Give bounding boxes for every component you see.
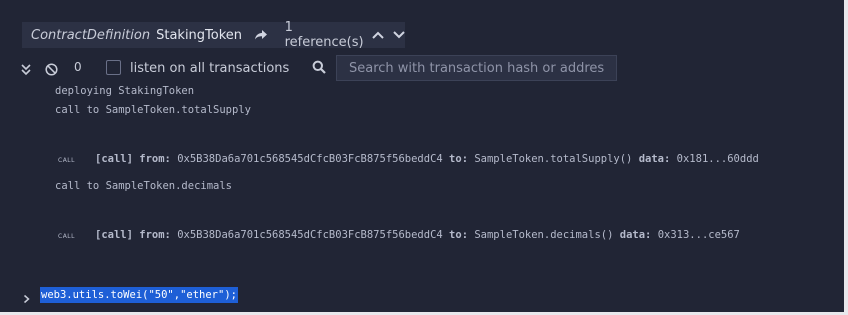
log-line: deploying StakingToken [55,85,195,97]
log-line: call to SampleToken.decimals [55,180,233,192]
data-label: data: [619,229,652,241]
call-badge: CALL [58,233,75,240]
listen-all-checkbox[interactable] [106,60,121,75]
window-edge [844,0,848,315]
chevron-down-icon[interactable] [392,28,405,42]
from-address: 0x5B38Da6a701c568545dCfcB03FcB875f56bedd… [177,153,443,165]
top-strip [0,0,848,22]
terminal-toolbar: 0 listen on all transactions [0,52,844,86]
definition-type-label: ContractDefinition [31,27,151,43]
from-address: 0x5B38Da6a701c568545dCfcB03FcB875f56bedd… [177,229,443,241]
to-function: SampleToken.totalSupply() [474,153,633,165]
transaction-search-input[interactable] [336,55,617,81]
listen-all-label[interactable]: listen on all transactions [130,61,289,76]
collapse-terminal-icon[interactable] [20,61,34,76]
chevron-up-icon[interactable] [372,28,385,42]
pending-transactions-count: 0 [74,60,82,74]
contract-definition-bar: ContractDefinition StakingToken 1 refere… [22,20,405,50]
data-label: data: [638,153,671,165]
to-label: to: [449,229,469,241]
console-input-command[interactable]: web3.utils.toWei("50","ether"); [40,287,238,303]
prompt-chevron-icon [23,289,33,304]
contract-name: StakingToken [156,27,243,43]
call-log-entry[interactable]: CALL [call] from: 0x5B38Da6a701c568545dC… [58,153,759,165]
from-label: from: [139,229,171,241]
to-label: to: [449,153,469,165]
call-badge: CALL [58,157,75,164]
go-to-definition-icon[interactable] [254,27,269,43]
search-icon [312,59,328,75]
call-data: 0x313...ce567 [657,229,740,241]
call-log-entry[interactable]: CALL [call] from: 0x5B38Da6a701c568545dC… [58,229,740,241]
to-function: SampleToken.decimals() [474,229,614,241]
log-line: call to SampleToken.totalSupply [55,104,251,116]
references-count[interactable]: 1 reference(s) [285,20,368,50]
call-tag: [call] [95,229,133,241]
call-data: 0x181...60ddd [676,153,759,165]
from-label: from: [139,153,171,165]
clear-console-icon[interactable] [45,61,59,76]
call-tag: [call] [95,153,133,165]
